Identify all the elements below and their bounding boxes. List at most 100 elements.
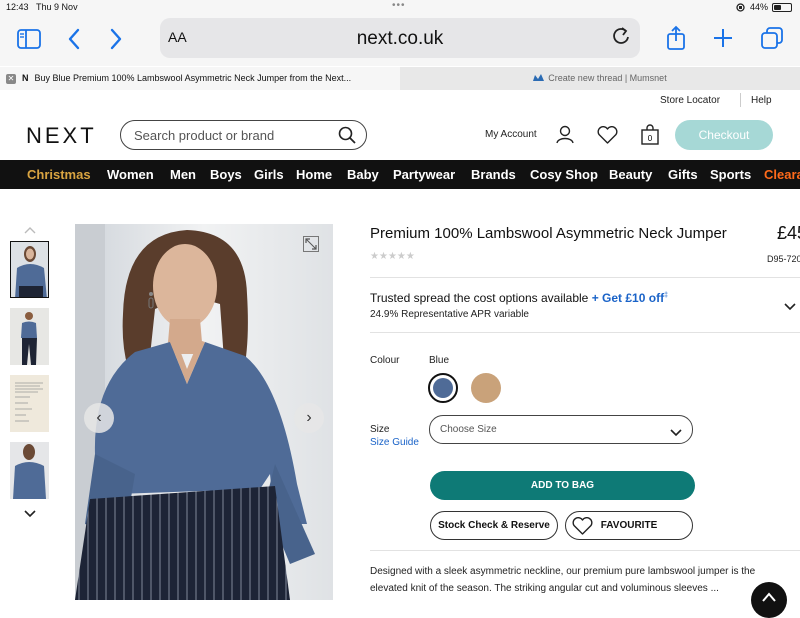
close-tab-icon[interactable]: ✕ <box>6 74 16 84</box>
apr-text: 24.9% Representative APR variable <box>370 309 529 320</box>
next-image-button[interactable]: › <box>294 403 324 433</box>
nav-item-baby[interactable]: Baby <box>347 167 379 182</box>
thumbs-up-chevron-icon[interactable] <box>24 221 36 239</box>
battery-percent: 44% <box>749 2 768 12</box>
thumbnail-2[interactable] <box>10 308 49 365</box>
reload-icon[interactable] <box>612 26 630 52</box>
nav-item-gifts[interactable]: Gifts <box>668 167 698 182</box>
thumbs-down-chevron-icon[interactable] <box>24 505 36 523</box>
my-account-link[interactable]: My Account <box>485 129 537 140</box>
nav-item-girls[interactable]: Girls <box>254 167 284 182</box>
mumsnet-icon <box>533 74 545 81</box>
search-placeholder: Search product or brand <box>134 128 275 143</box>
thumbnail-1[interactable] <box>10 241 49 298</box>
checkout-button[interactable]: Checkout <box>675 120 773 150</box>
description-line: Designed with a sleek asymmetric necklin… <box>370 566 756 577</box>
scroll-to-top-button[interactable] <box>751 582 787 618</box>
nav-item-cosy-shop[interactable]: Cosy Shop <box>530 167 598 182</box>
description-line: elevated knit of the season. The strikin… <box>370 583 719 594</box>
multitasking-dots-icon[interactable]: ••• <box>392 0 406 11</box>
swatch-blue-fill <box>433 378 453 398</box>
nav-item-beauty[interactable]: Beauty <box>609 167 652 182</box>
tab-favicon-next: N <box>22 73 29 83</box>
favourite-button[interactable]: FAVOURITE <box>565 511 693 540</box>
finance-link[interactable]: + Get £10 off <box>592 291 664 305</box>
nav-item-women[interactable]: Women <box>107 167 154 182</box>
main-navigation: Christmas Women Men Boys Girls Home Baby… <box>0 160 800 189</box>
swatch-camel[interactable] <box>471 373 501 403</box>
nav-item-home[interactable]: Home <box>296 167 332 182</box>
utility-links: Store Locator Help <box>0 90 800 111</box>
divider <box>740 93 741 107</box>
search-icon[interactable] <box>338 126 356 149</box>
nav-item-boys[interactable]: Boys <box>210 167 242 182</box>
svg-text:0: 0 <box>648 134 653 143</box>
shopping-bag-icon[interactable]: 0 <box>641 124 659 150</box>
star-icon: ★ <box>387 251 397 262</box>
tab-label: Create new thread | Mumsnet <box>548 73 667 83</box>
product-price: £45 <box>777 223 800 243</box>
favourites-heart-icon[interactable] <box>597 125 618 149</box>
divider <box>370 277 800 278</box>
tab-mumsnet[interactable]: Create new thread | Mumsnet <box>400 67 800 90</box>
heart-icon <box>572 516 593 546</box>
account-icon[interactable] <box>556 125 574 149</box>
status-bar: 12:43 Thu 9 Nov ••• 44% <box>0 0 800 14</box>
stock-check-button[interactable]: Stock Check & Reserve <box>430 511 558 540</box>
star-icon: ★ <box>396 251 406 262</box>
new-tab-icon[interactable] <box>713 28 733 52</box>
star-icon: ★ <box>378 251 388 262</box>
thumbnail-4[interactable] <box>10 442 49 499</box>
battery-icon <box>772 2 792 12</box>
previous-image-button[interactable]: ‹ <box>84 403 114 433</box>
status-time-date: 12:43 Thu 9 Nov <box>6 2 78 12</box>
star-icon: ★ <box>405 251 415 262</box>
forward-icon[interactable] <box>110 28 122 54</box>
status-date: Thu 9 Nov <box>36 2 78 12</box>
back-icon[interactable] <box>68 28 80 54</box>
divider <box>370 550 800 551</box>
sidebar-icon[interactable] <box>17 29 41 53</box>
size-select[interactable]: Choose Size <box>429 415 693 444</box>
product-main-image[interactable]: ‹ › <box>75 224 333 600</box>
finance-expand-chevron-icon[interactable] <box>784 298 796 316</box>
thumbnail-3[interactable] <box>10 375 49 432</box>
product-title: Premium 100% Lambswool Asymmetric Neck J… <box>370 225 727 242</box>
swatch-blue[interactable] <box>428 373 458 403</box>
address-bar[interactable]: AA next.co.uk <box>160 18 640 58</box>
finance-text: Trusted spread the cost options availabl… <box>370 291 589 305</box>
search-input[interactable]: Search product or brand <box>120 120 367 150</box>
tab-bar: ✕ N Buy Blue Premium 100% Lambswool Asymme… <box>0 67 800 90</box>
rating-stars[interactable]: ★★★★★ <box>370 251 415 262</box>
finance-offer[interactable]: Trusted spread the cost options availabl… <box>370 291 668 305</box>
finance-marker: ‡ <box>664 292 668 299</box>
tab-label: Buy Blue Premium 100% Lambswool Asymmetr… <box>34 73 352 83</box>
status-time: 12:43 <box>6 2 29 12</box>
help-link[interactable]: Help <box>751 95 772 106</box>
url-text[interactable]: next.co.uk <box>160 28 640 50</box>
product-code: D95-720 <box>767 254 800 264</box>
nav-item-sports[interactable]: Sports <box>710 167 751 182</box>
colour-value: Blue <box>429 355 450 366</box>
browser-toolbar: AA next.co.uk <box>0 14 800 66</box>
chevron-down-icon <box>670 424 682 442</box>
divider <box>370 332 800 333</box>
nav-item-clearance[interactable]: Clearance <box>764 167 800 182</box>
nav-item-christmas[interactable]: Christmas <box>27 167 91 182</box>
add-to-bag-button[interactable]: ADD TO BAG <box>430 471 695 500</box>
screen-lock-icon <box>736 2 745 12</box>
colour-label: Colour <box>370 355 400 366</box>
status-right: 44% <box>735 2 792 12</box>
tab-overview-icon[interactable] <box>761 27 783 53</box>
tab-next[interactable]: ✕ N Buy Blue Premium 100% Lambswool Asymme… <box>0 67 400 90</box>
nav-item-brands[interactable]: Brands <box>471 167 516 182</box>
expand-image-icon[interactable] <box>303 236 319 257</box>
store-locator-link[interactable]: Store Locator <box>660 95 720 106</box>
size-guide-link[interactable]: Size Guide <box>370 437 419 448</box>
next-logo[interactable]: NEXT <box>26 123 97 149</box>
share-icon[interactable] <box>666 25 686 55</box>
product-description: Designed with a sleek asymmetric necklin… <box>370 563 800 597</box>
nav-item-men[interactable]: Men <box>170 167 196 182</box>
nav-item-partywear[interactable]: Partywear <box>393 167 455 182</box>
size-label: Size <box>370 424 390 435</box>
